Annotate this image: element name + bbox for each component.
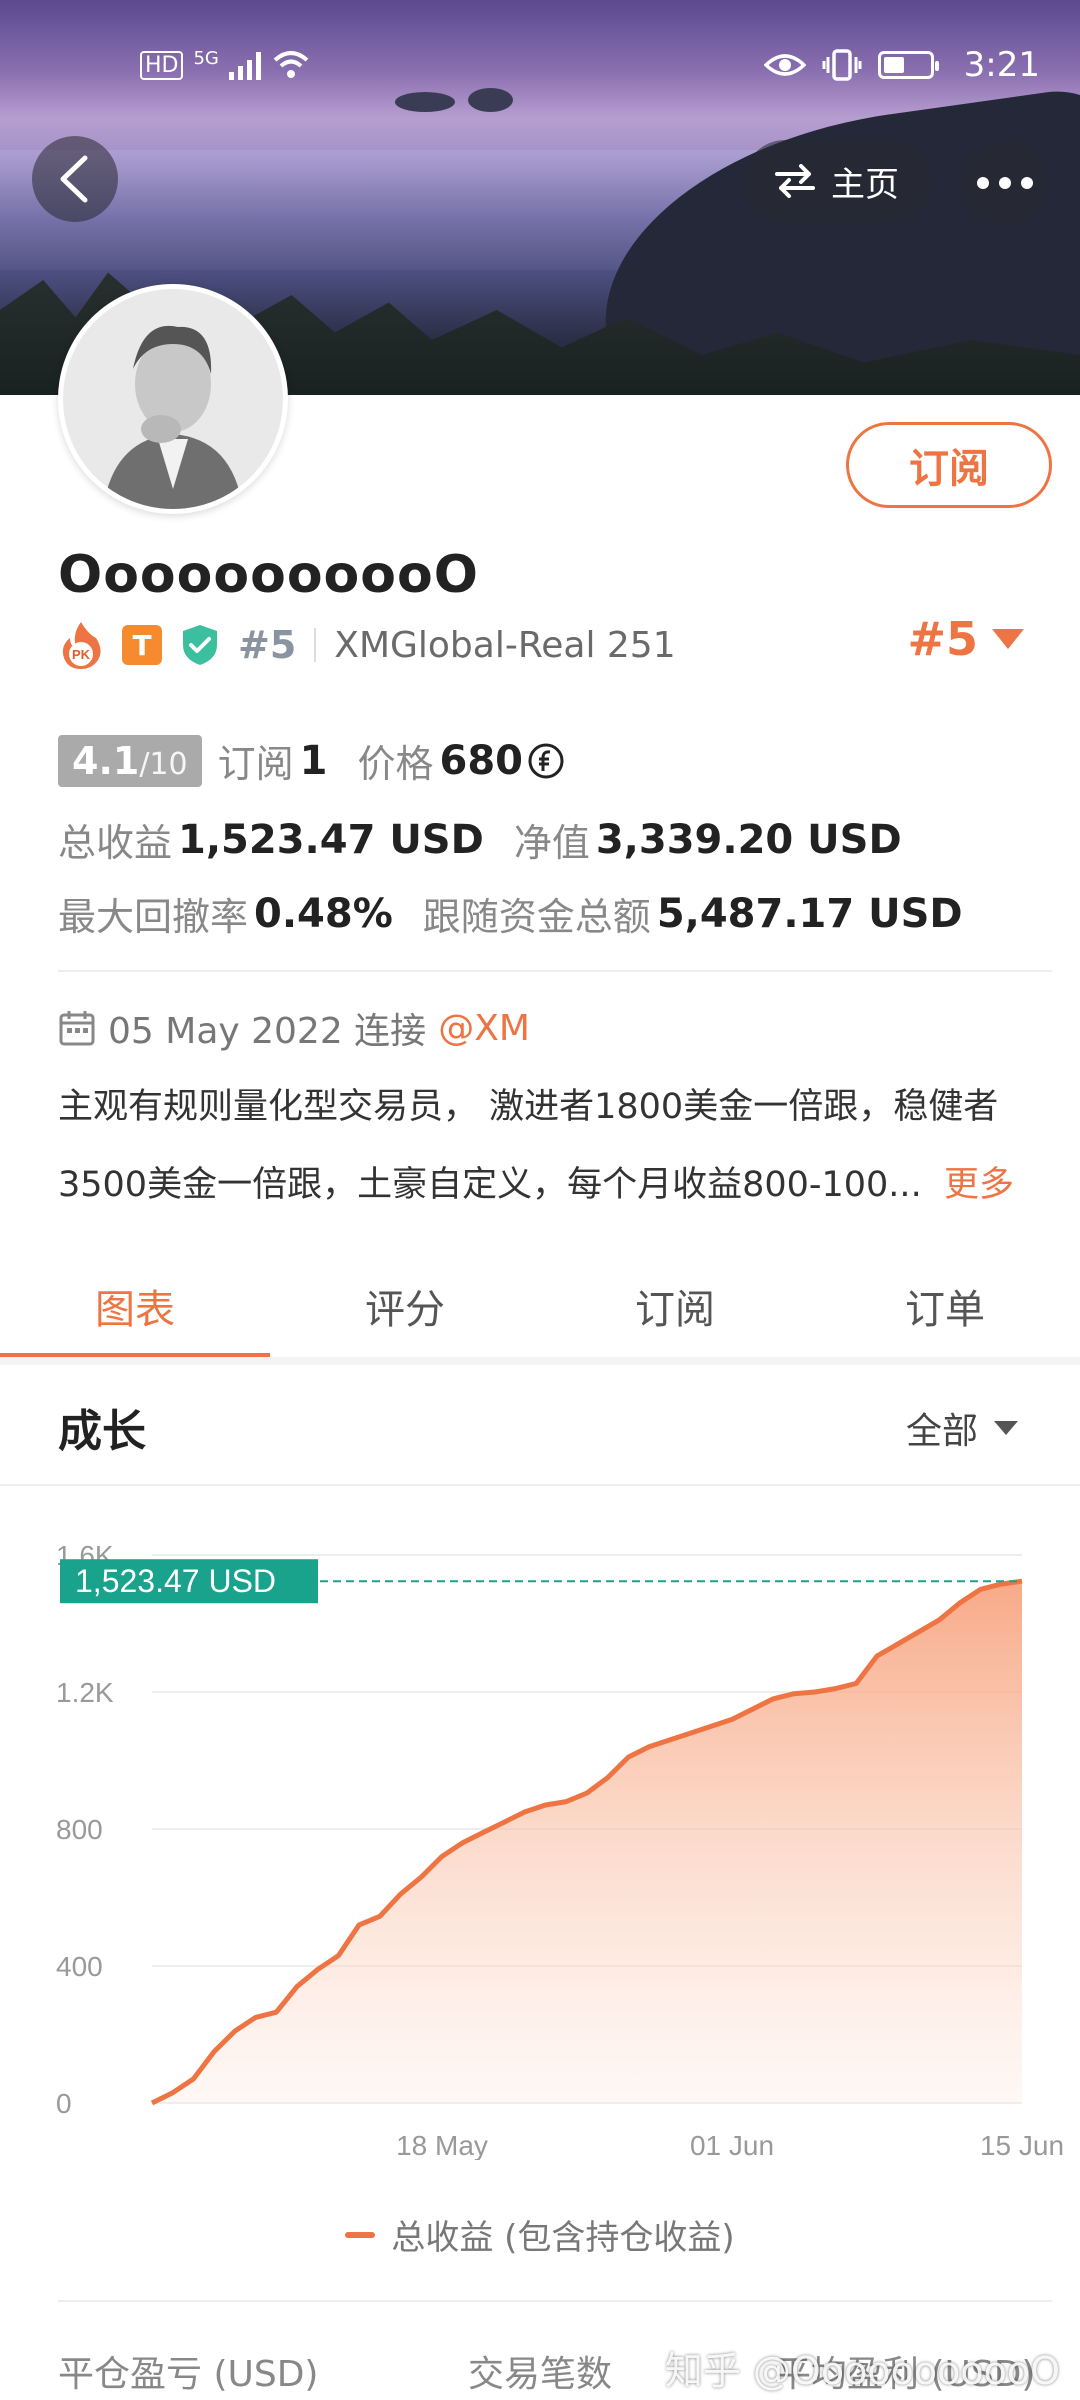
status-time: 3:21: [963, 45, 1040, 85]
badge-row: PK T #5 XMGlobal-Real 251: [58, 616, 676, 674]
avatar-portrait: [63, 289, 283, 509]
y-tick-label: 400: [56, 1951, 103, 1982]
more-link[interactable]: 更多: [944, 1165, 1014, 1205]
divider: [58, 970, 1052, 972]
verified-shield-icon: [183, 625, 217, 665]
equity-label: 净值: [513, 821, 590, 865]
legend-label: 总收益 (包含持仓收益): [391, 2218, 735, 2258]
follow-label: 跟随资金总额: [422, 895, 651, 939]
tab-bar: 图表 评分 订阅 订单: [0, 1255, 1080, 1359]
growth-title: 成长: [58, 1406, 146, 1457]
tab-subscribe[interactable]: 订阅: [540, 1255, 810, 1357]
pk-fire-icon: PK: [62, 622, 101, 669]
pk-badge-text: PK: [72, 647, 91, 662]
subscribe-count-label: 订阅: [217, 742, 294, 786]
trader-description: 主观有规则量化型交易员， 激进者1800美金一倍跟，稳健者 3500美金一倍跟，…: [58, 1068, 1028, 1224]
zhihu-watermark: 知乎 @OoooooooooO: [664, 2349, 1060, 2393]
period-filter-label: 全部: [905, 1411, 978, 1452]
caret-down-icon: [992, 629, 1024, 649]
home-button[interactable]: 主页: [744, 140, 930, 222]
status-bar-right: 3:21: [763, 40, 1040, 90]
score-badge: 4.1/10: [58, 734, 202, 787]
divider: [0, 1484, 1080, 1486]
drawdown-value: 0.48%: [254, 890, 393, 937]
vibrate-icon: [822, 49, 862, 81]
cover-island: [468, 88, 513, 112]
status-bar-left: HD 5G: [140, 40, 311, 90]
follow-value: 5,487.17 USD: [656, 890, 963, 937]
drawdown-row: 最大回撤率 0.48% 跟随资金总额 5,487.17 USD: [58, 886, 963, 941]
y-tick-label: 800: [56, 1814, 103, 1845]
equity-value: 3,339.20 USD: [595, 816, 902, 863]
x-tick-label: 18 May: [396, 2130, 488, 2160]
connection-source-link[interactable]: @XM: [438, 1008, 530, 1049]
connection-date: 05 May 2022 连接: [108, 1011, 427, 1052]
tab-chart[interactable]: 图表: [0, 1255, 270, 1359]
chart-legend: 总收益 (包含持仓收益): [0, 2210, 1080, 2259]
x-tick-label: 01 Jun: [690, 2130, 774, 2160]
connection-row: 05 May 2022 连接 @XM: [58, 1002, 530, 1054]
home-button-label: 主页: [831, 164, 899, 205]
price-value: 680: [439, 737, 523, 784]
total-profit-label: 总收益: [58, 821, 173, 865]
cover-island: [395, 92, 455, 112]
section-gap: [0, 1357, 1080, 1365]
chart-area: [152, 1581, 1022, 2103]
y-tick-label: 0: [56, 2088, 72, 2119]
rank-value: #5: [907, 612, 978, 666]
swap-icon: [775, 164, 815, 198]
legend-swatch: [345, 2231, 376, 2238]
battery-icon: [877, 51, 939, 79]
more-dots-icon: [977, 177, 1033, 189]
trader-name: OoooooooooO: [58, 545, 479, 605]
score-max: /10: [139, 746, 188, 782]
calendar-icon: [59, 1011, 95, 1046]
y-tick-label: 1.2K: [56, 1677, 114, 1708]
coin-icon: [528, 743, 564, 778]
back-button[interactable]: [32, 136, 118, 222]
subscribe-count: 1: [299, 737, 328, 784]
signal-icon: [228, 50, 261, 80]
wifi-icon: [273, 51, 309, 78]
subscribe-button[interactable]: 订阅: [846, 422, 1052, 508]
price-label: 价格: [357, 742, 434, 786]
closed-pnl-header: 平仓盈亏 (USD): [58, 2354, 319, 2395]
broker-account: XMGlobal-Real 251: [334, 624, 676, 666]
score-row: 4.1/10 订阅 1 价格 680: [58, 733, 565, 788]
rank-tag: #5: [238, 623, 297, 667]
total-profit-value: 1,523.47 USD: [178, 816, 484, 863]
hd-indicator: HD: [140, 50, 184, 80]
description-line-text: 3500美金一倍跟，土豪自定义，每个月收益800-100...: [58, 1165, 922, 1205]
current-value-label: 1,523.47 USD: [75, 1563, 276, 1599]
score-value: 4.1: [72, 738, 140, 783]
trade-count-header: 交易笔数: [468, 2354, 613, 2395]
avatar[interactable]: [58, 284, 288, 514]
tab-rating[interactable]: 评分: [270, 1255, 540, 1357]
tab-orders[interactable]: 订单: [810, 1255, 1080, 1357]
eye-icon: [763, 54, 806, 76]
rank-dropdown[interactable]: #5: [907, 612, 1024, 666]
description-line: 主观有规则量化型交易员， 激进者1800美金一倍跟，稳健者: [58, 1087, 999, 1127]
period-filter[interactable]: 全部: [906, 1402, 1018, 1454]
drawdown-label: 最大回撤率: [58, 895, 249, 939]
more-button[interactable]: [962, 140, 1048, 226]
network-indicator: 5G: [193, 47, 219, 69]
t-badge: T: [122, 625, 162, 665]
caret-down-icon: [994, 1421, 1018, 1435]
divider: [58, 2300, 1052, 2302]
growth-chart: 04008001.2K1.6K18 May 01 Jun 15 Jun 1,523.…: [56, 1540, 1064, 2160]
divider: [314, 628, 317, 662]
profit-row: 总收益 1,523.47 USD 净值 3,339.20 USD: [58, 812, 902, 867]
x-tick-label: 15 Jun: [980, 2130, 1064, 2160]
chevron-left-icon: [60, 155, 88, 203]
description-line: 3500美金一倍跟，土豪自定义，每个月收益800-100... 更多: [58, 1146, 1028, 1224]
